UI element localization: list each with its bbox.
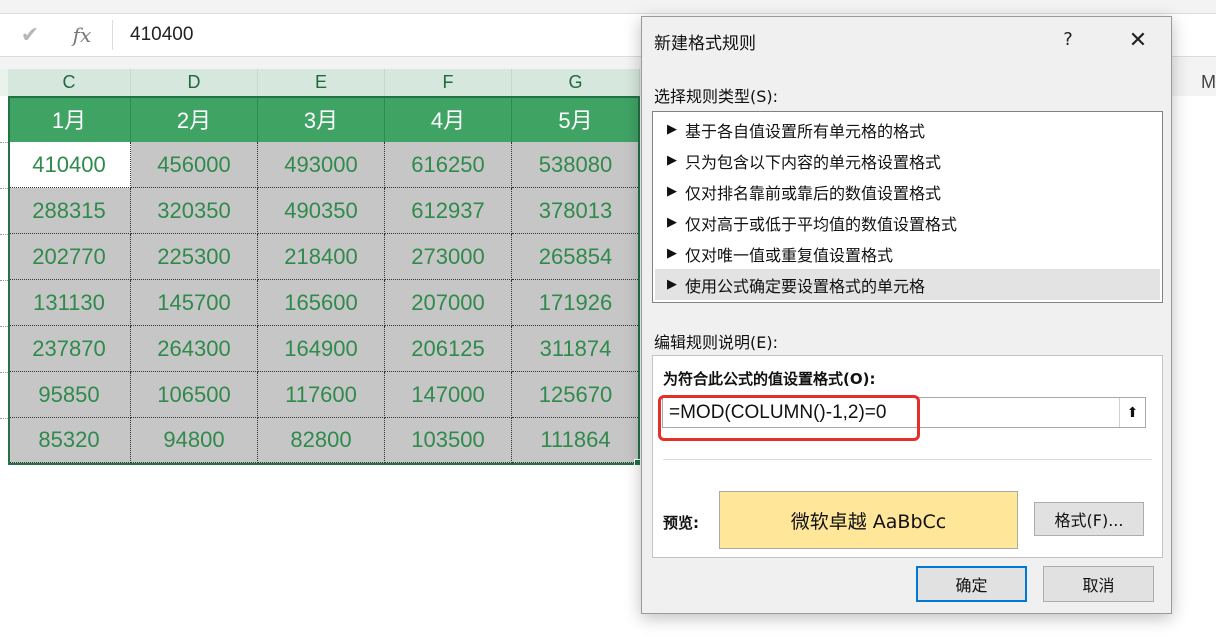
column-header-m[interactable]: M	[1170, 69, 1216, 96]
data-cell[interactable]: 493000	[258, 142, 385, 188]
data-cell[interactable]: 95850	[8, 372, 131, 418]
data-cell[interactable]: 218400	[258, 234, 385, 280]
rule-type-label: 选择规则类型(S):	[654, 87, 779, 106]
panel-divider	[663, 459, 1152, 460]
data-cell[interactable]: 125670	[512, 372, 640, 418]
data-cell[interactable]: 131130	[8, 280, 131, 326]
data-cell[interactable]: 237870	[8, 326, 131, 372]
data-cell[interactable]: 202770	[8, 234, 131, 280]
rule-type-label: 仅对唯一值或重复值设置格式	[685, 245, 894, 265]
rule-type-item[interactable]: ▶ 仅对高于或低于平均值的数值设置格式	[655, 207, 1160, 238]
data-cell[interactable]: 264300	[131, 326, 258, 372]
data-cell[interactable]: 171926	[512, 280, 640, 326]
row-edge	[0, 418, 8, 419]
month-header-cell[interactable]: 1月	[8, 96, 131, 142]
ok-button[interactable]: 确定	[916, 566, 1027, 602]
data-cell[interactable]: 85320	[8, 418, 131, 463]
month-header-cell[interactable]: 4月	[385, 96, 512, 142]
spreadsheet-grid: 1月 2月 3月 4月 5月 410400 456000 493000 616250 538080…	[8, 96, 640, 465]
data-cell[interactable]: 273000	[385, 234, 512, 280]
dialog-title: 新建格式规则	[654, 34, 756, 54]
month-header-cell[interactable]: 5月	[512, 96, 640, 142]
data-cell[interactable]: 103500	[385, 418, 512, 463]
format-button[interactable]: 格式(F)...	[1034, 502, 1144, 536]
rule-type-item[interactable]: ▶ 仅对唯一值或重复值设置格式	[655, 238, 1160, 269]
data-cell[interactable]: 311874	[512, 326, 640, 372]
triangle-right-icon: ▶	[667, 153, 677, 168]
data-cell[interactable]: 147000	[385, 372, 512, 418]
triangle-right-icon: ▶	[667, 122, 677, 137]
row-edge	[0, 142, 8, 143]
rule-type-item[interactable]: ▶ 基于各自值设置所有单元格的格式	[655, 114, 1160, 145]
data-cell[interactable]: 207000	[385, 280, 512, 326]
new-format-rule-dialog: 新建格式规则 ? ✕ 选择规则类型(S): ▶ 基于各自值设置所有单元格的格式 ▶ 只…	[641, 16, 1172, 614]
fx-icon[interactable]: fx	[58, 14, 106, 56]
data-cell[interactable]: 616250	[385, 142, 512, 188]
help-button[interactable]: ?	[1052, 23, 1084, 55]
data-cell[interactable]: 490350	[258, 188, 385, 234]
row-edge	[0, 280, 8, 281]
edit-desc-label: 编辑规则说明(E):	[654, 333, 778, 352]
data-cell[interactable]: 288315	[8, 188, 131, 234]
rule-type-label: 只为包含以下内容的单元格设置格式	[685, 152, 942, 172]
data-cell[interactable]: 82800	[258, 418, 385, 463]
data-cell[interactable]: 117600	[258, 372, 385, 418]
formula-heading: 为符合此公式的值设置格式(O):	[663, 370, 876, 388]
data-cell[interactable]: 612937	[385, 188, 512, 234]
fill-handle[interactable]	[634, 459, 641, 466]
column-header-f[interactable]: F	[385, 69, 512, 96]
month-header-cell[interactable]: 3月	[258, 96, 385, 142]
formula-highlight-box	[658, 395, 920, 441]
column-header-g[interactable]: G	[512, 69, 640, 96]
check-icon[interactable]: ✔	[6, 14, 54, 56]
triangle-right-icon: ▶	[667, 277, 677, 292]
data-cell[interactable]: 206125	[385, 326, 512, 372]
rule-type-label: 使用公式确定要设置格式的单元格	[685, 276, 926, 296]
collapse-dialog-icon[interactable]: ⬆	[1119, 398, 1145, 427]
row-edge	[0, 188, 8, 189]
rule-type-item[interactable]: ▶ 使用公式确定要设置格式的单元格	[655, 269, 1160, 300]
active-cell[interactable]: 410400	[8, 142, 131, 188]
preview-label: 预览:	[663, 514, 699, 532]
rule-type-label: 仅对排名靠前或靠后的数值设置格式	[685, 183, 942, 203]
rule-description-panel: 为符合此公式的值设置格式(O): =MOD(COLUMN()-1,2)=0 ⬆ …	[652, 355, 1163, 558]
data-cell[interactable]: 378013	[512, 188, 640, 234]
data-cell[interactable]: 164900	[258, 326, 385, 372]
data-cell[interactable]: 145700	[131, 280, 258, 326]
column-header-d[interactable]: D	[131, 69, 258, 96]
close-icon[interactable]: ✕	[1118, 23, 1158, 57]
month-header-cell[interactable]: 2月	[131, 96, 258, 142]
triangle-right-icon: ▶	[667, 215, 677, 230]
rule-type-label: 仅对高于或低于平均值的数值设置格式	[685, 214, 958, 234]
data-cell[interactable]: 94800	[131, 418, 258, 463]
rule-type-label: 基于各自值设置所有单元格的格式	[685, 121, 926, 141]
data-cell[interactable]: 456000	[131, 142, 258, 188]
data-cell[interactable]: 538080	[512, 142, 640, 188]
preview-sample: 微软卓越 AaBbCc	[719, 491, 1018, 549]
rule-type-list: ▶ 基于各自值设置所有单元格的格式 ▶ 只为包含以下内容的单元格设置格式 ▶ 仅对排名靠前…	[652, 111, 1163, 303]
data-cell[interactable]: 111864	[512, 418, 640, 463]
triangle-right-icon: ▶	[667, 246, 677, 261]
row-edge	[0, 372, 8, 373]
data-cell[interactable]: 265854	[512, 234, 640, 280]
triangle-right-icon: ▶	[667, 184, 677, 199]
column-header-c[interactable]: C	[8, 69, 131, 96]
cancel-button[interactable]: 取消	[1043, 566, 1154, 602]
row-edge	[0, 326, 8, 327]
data-cell[interactable]: 106500	[131, 372, 258, 418]
column-header-e[interactable]: E	[258, 69, 385, 96]
rule-type-item[interactable]: ▶ 仅对排名靠前或靠后的数值设置格式	[655, 176, 1160, 207]
data-cell[interactable]: 320350	[131, 188, 258, 234]
rule-type-item[interactable]: ▶ 只为包含以下内容的单元格设置格式	[655, 145, 1160, 176]
data-cell[interactable]: 165600	[258, 280, 385, 326]
formula-bar-separator	[112, 20, 113, 50]
row-edge	[0, 234, 8, 235]
data-cell[interactable]: 225300	[131, 234, 258, 280]
